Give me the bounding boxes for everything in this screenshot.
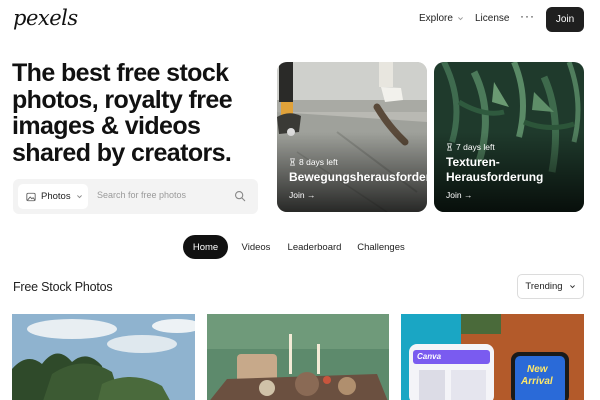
time-left: 8 days left <box>289 157 338 167</box>
image-icon <box>26 192 36 201</box>
explore-label: Explore <box>419 13 453 24</box>
explore-menu[interactable]: Explore <box>419 13 464 24</box>
media-type-label: Photos <box>41 191 71 202</box>
challenge-card-movement[interactable]: 8 days left Bewegungsherausforderung Joi… <box>277 62 427 212</box>
hourglass-icon <box>290 158 295 166</box>
search-bar[interactable]: Photos Search for free photos <box>13 179 258 214</box>
chevron-down-icon <box>457 17 463 21</box>
tab-home[interactable]: Home <box>183 235 228 259</box>
top-header: pexels Explore License ··· Join <box>0 0 600 40</box>
dinner-table-photo <box>207 314 389 400</box>
challenge-join-link[interactable]: Join → <box>446 190 472 200</box>
media-type-select[interactable]: Photos <box>18 184 88 209</box>
pexels-logo[interactable]: pexels <box>13 6 78 30</box>
hero-title: The best free stock photos, royalty free… <box>12 59 233 167</box>
search-input[interactable]: Search for free photos <box>97 190 186 200</box>
days-left-text: 8 days left <box>299 157 338 167</box>
license-link[interactable]: License <box>475 13 509 24</box>
more-options-icon[interactable]: ··· <box>520 9 535 23</box>
sign-text-line1: New <box>527 364 548 375</box>
photo-card[interactable]: Canva New Arrival <box>401 314 584 400</box>
photo-card[interactable] <box>12 314 195 400</box>
sort-label: Trending <box>525 281 563 292</box>
chevron-down-icon <box>76 195 82 199</box>
challenge-title-line1: Texturen- <box>446 155 500 169</box>
photo-card[interactable] <box>207 314 389 400</box>
hourglass-icon <box>447 143 452 151</box>
time-left: 7 days left <box>446 142 495 152</box>
trees-sky-photo <box>12 314 195 400</box>
sign-text-line2: Arrival <box>521 376 553 387</box>
section-title: Free Stock Photos <box>13 280 113 294</box>
canva-app-label: Canva <box>417 352 442 361</box>
join-button[interactable]: Join <box>546 7 584 32</box>
challenge-join-link[interactable]: Join → <box>289 190 315 200</box>
search-icon[interactable] <box>234 190 246 202</box>
challenge-card-textures[interactable]: 7 days left Texturen- Herausforderung Jo… <box>434 62 584 212</box>
challenge-title: Bewegungsherausforderung <box>289 170 427 184</box>
tab-videos[interactable]: Videos <box>238 235 274 259</box>
content-tabs: Home Videos Leaderboard Challenges <box>0 235 600 259</box>
chevron-down-icon <box>569 285 575 289</box>
challenge-title-line2: Herausforderung <box>446 170 544 184</box>
tab-challenges[interactable]: Challenges <box>356 235 406 259</box>
days-left-text: 7 days left <box>456 142 495 152</box>
sort-select[interactable]: Trending <box>517 274 584 299</box>
tab-leaderboard[interactable]: Leaderboard <box>286 235 343 259</box>
